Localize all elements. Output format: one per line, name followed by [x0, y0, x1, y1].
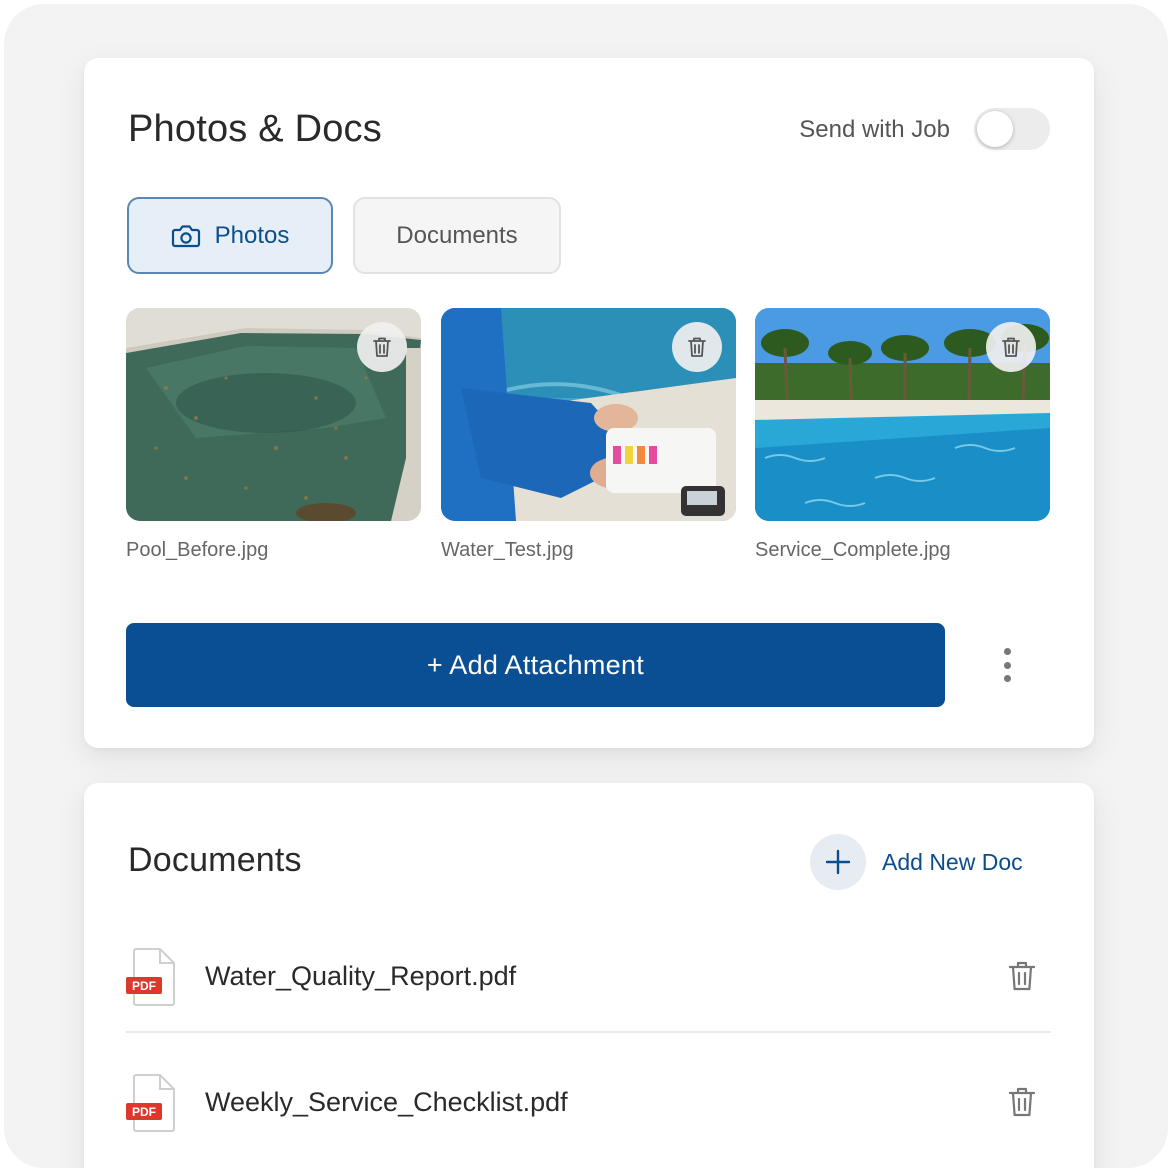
photo-thumbnail-water-test[interactable]	[441, 308, 736, 521]
tab-photos[interactable]: Photos	[127, 197, 333, 274]
svg-text:PDF: PDF	[132, 979, 156, 993]
delete-photo-button[interactable]	[672, 322, 722, 372]
delete-photo-button[interactable]	[357, 322, 407, 372]
vertical-ellipsis-icon[interactable]	[990, 645, 1024, 685]
documents-title: Documents	[128, 841, 302, 879]
pdf-file-icon: PDF	[126, 1074, 175, 1132]
document-name: Weekly_Service_Checklist.pdf	[205, 1087, 568, 1117]
photo-filename: Pool_Before.jpg	[126, 539, 269, 561]
send-with-job-toggle[interactable]	[974, 108, 1050, 150]
tab-documents[interactable]: Documents	[353, 197, 561, 274]
svg-text:PDF: PDF	[132, 1105, 156, 1119]
photo-thumbnail-pool-before[interactable]	[126, 308, 421, 521]
trash-icon	[373, 337, 391, 357]
document-row[interactable]: PDF Weekly_Service_Checklist.pdf	[126, 1049, 1051, 1159]
add-attachment-button[interactable]: + Add Attachment	[126, 623, 945, 707]
trash-icon	[1002, 337, 1020, 357]
photos-docs-card: Photos & Docs Send with Job Photos Docum…	[84, 58, 1094, 748]
trash-icon[interactable]	[1007, 959, 1037, 993]
document-row[interactable]: PDF Water_Quality_Report.pdf	[126, 923, 1051, 1033]
add-new-doc-label: Add New Doc	[882, 848, 1023, 875]
documents-card: Documents Add New Doc PDF Water_Quality_…	[84, 783, 1094, 1168]
photo-filename: Service_Complete.jpg	[755, 539, 951, 561]
photo-filename: Water_Test.jpg	[441, 539, 574, 561]
tab-documents-label: Documents	[396, 221, 518, 249]
pdf-file-icon: PDF	[126, 948, 175, 1006]
delete-photo-button[interactable]	[986, 322, 1036, 372]
document-name: Water_Quality_Report.pdf	[205, 961, 517, 991]
plus-icon	[810, 834, 866, 890]
card-title: Photos & Docs	[128, 108, 382, 150]
tab-photos-label: Photos	[214, 221, 290, 249]
trash-icon	[688, 337, 706, 357]
trash-icon[interactable]	[1007, 1085, 1037, 1119]
add-new-doc-button[interactable]: Add New Doc	[810, 834, 1023, 890]
camera-icon	[171, 224, 200, 247]
send-with-job-label: Send with Job	[799, 116, 950, 143]
toggle-knob	[977, 111, 1013, 147]
app-frame: Photos & Docs Send with Job Photos Docum…	[4, 4, 1168, 1168]
photo-thumbnail-service-complete[interactable]	[755, 308, 1050, 521]
